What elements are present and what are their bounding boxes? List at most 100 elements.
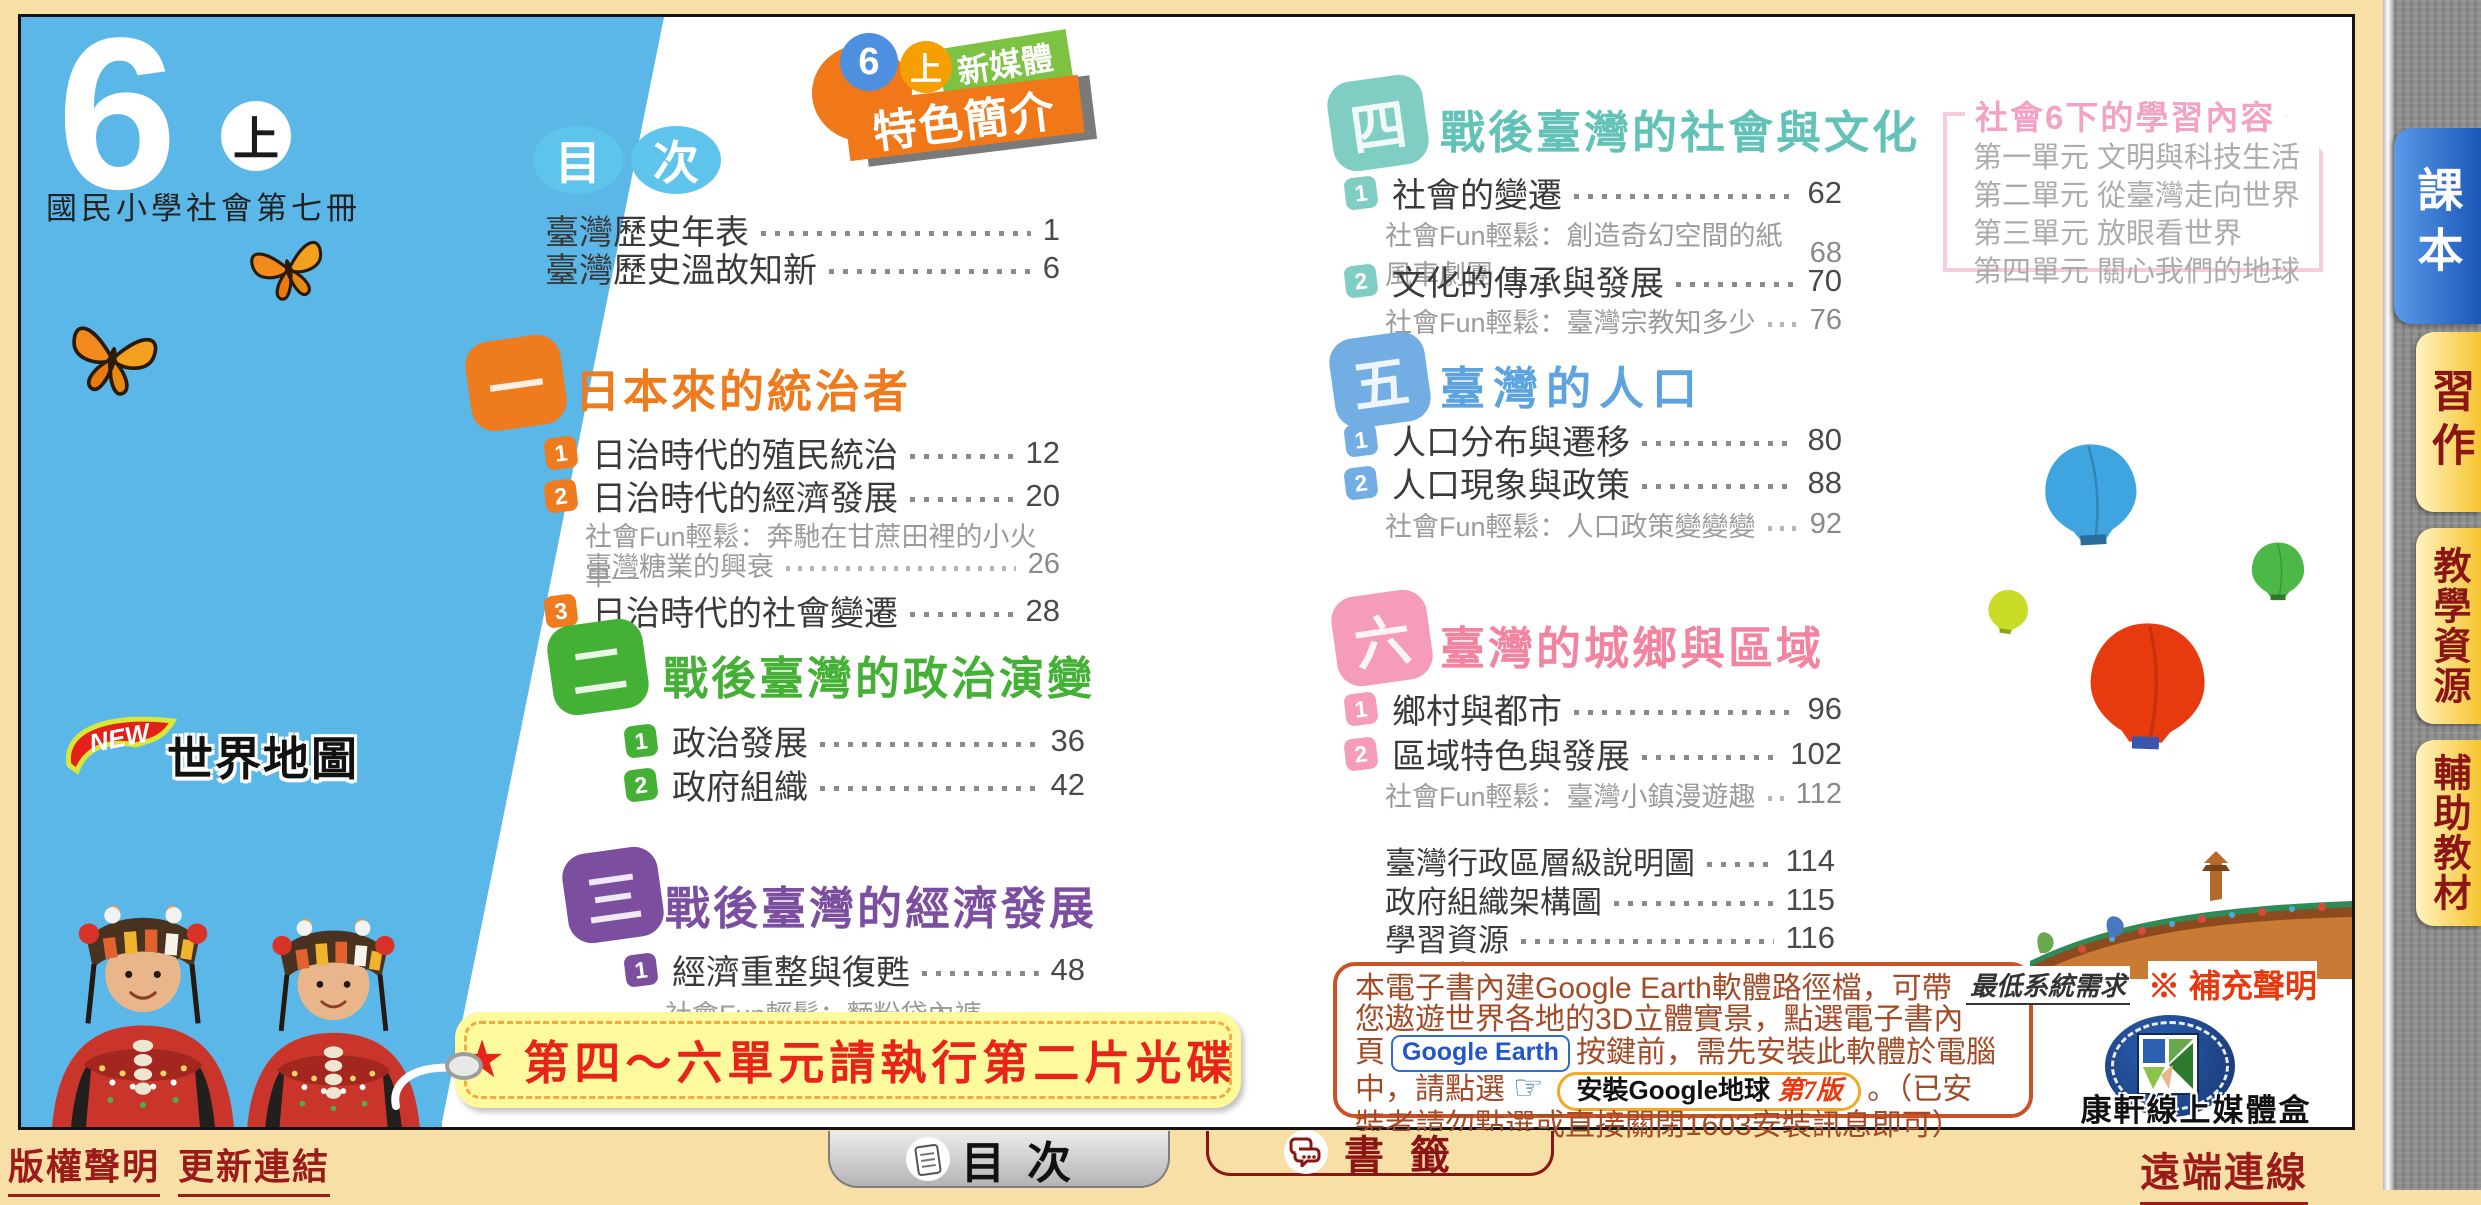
toc-row[interactable]: 2 區域特色與發展 102 [1345, 729, 1842, 778]
toc-label: 日治時代的殖民統治 [592, 428, 898, 477]
minimum-requirements-link[interactable]: 最低系統需求 [1966, 966, 2130, 1005]
toc-fun-row[interactable]: 臺灣糖業的興衰 26 [585, 545, 1060, 584]
unit4-title[interactable]: 戰後臺灣的社會與文化 [1440, 96, 1920, 161]
butterfly-icon [63, 309, 163, 401]
chapter-number-badge: 2 [1343, 263, 1379, 299]
dotted-leader [910, 497, 1014, 502]
google-earth-button[interactable]: Google Earth [1391, 1035, 1570, 1072]
toc-label: 社會Fun輕鬆：人口政策變變變 [1385, 505, 1756, 544]
next-volume-title: 社會6下的學習內容 [1965, 91, 2285, 139]
chapter-number-badge: 2 [543, 478, 579, 514]
hand-pointer-icon: ☞ [1513, 1069, 1543, 1107]
dotted-leader [829, 269, 1031, 274]
semester-label: 上 [233, 103, 279, 169]
ge-line4: 中，請點選☞安裝Google地球 第7版。（已安 [1355, 1072, 2015, 1112]
toc-fun-row[interactable]: 社會Fun輕鬆：臺灣宗教知多少 76 [1385, 301, 1842, 340]
unit3-number: 三 [580, 851, 647, 939]
toc-row[interactable]: 2 政府組織 42 [625, 760, 1085, 809]
install-version: 第7版 [1777, 1076, 1842, 1105]
grade-label: 6 [858, 41, 879, 84]
media-box-logo[interactable]: 康軒線上媒體盒 [2051, 1007, 2341, 1125]
unit3-title[interactable]: 戰後臺灣的經濟發展 [665, 872, 1097, 937]
dotted-leader [1642, 755, 1778, 760]
toc-row[interactable]: 臺灣歷史溫故知新 6 [545, 243, 1060, 292]
svg-text:NEW: NEW [87, 717, 155, 758]
page-number: 115 [1786, 882, 1835, 918]
bookmark-button[interactable]: 書籤 [1206, 1131, 1554, 1176]
toc-row[interactable]: 1 日治時代的殖民統治 12 [545, 428, 1060, 477]
next-volume-item: 第二單元 從臺灣走向世界 [1973, 177, 2300, 215]
ge-text: 頁 [1355, 1036, 1385, 1069]
toc-label: 經濟重整與復甦 [672, 945, 910, 994]
page-number: 88 [1808, 465, 1842, 501]
semester-label: 上 [910, 44, 942, 90]
toc-row[interactable]: 1 政治發展 36 [625, 716, 1085, 765]
unit4-badge: 四 [1324, 72, 1432, 174]
install-google-earth-button[interactable]: 安裝Google地球 第7版 [1557, 1072, 1861, 1112]
next-volume-item: 第三單元 放眼看世界 [1973, 215, 2300, 253]
bookmark-bubble-icon [1284, 1130, 1328, 1174]
toc-row[interactable]: 1 人口分布與遷移 80 [1345, 415, 1842, 464]
toc-label: 日治時代的經濟發展 [592, 471, 898, 520]
install-label: 安裝Google地球 [1576, 1075, 1770, 1105]
dotted-leader [1614, 901, 1774, 906]
toc-fun-row[interactable]: 社會Fun輕鬆：臺灣小鎮漫遊趣 112 [1385, 775, 1842, 814]
toc-row[interactable]: 1 經濟重整與復甦 48 [625, 945, 1085, 994]
tab-textbook[interactable]: 課本 [2394, 128, 2481, 324]
toc-row[interactable]: 2 文化的傳承與發展 70 [1345, 256, 1842, 305]
sky-lantern-green [2245, 540, 2311, 602]
toc-row[interactable]: 1 社會的變遷 62 [1345, 168, 1842, 217]
page-number: 6 [1043, 250, 1060, 286]
chapter-number-badge: 1 [1343, 422, 1379, 458]
chapter-number-badge: 2 [623, 767, 659, 803]
toc-label: 政府組織 [672, 760, 808, 809]
tab-supplementary-materials[interactable]: 輔助教材 [2416, 740, 2481, 926]
dotted-leader [786, 566, 1016, 571]
dotted-leader [1521, 939, 1774, 944]
unit6-title[interactable]: 臺灣的城鄉與區域 [1440, 612, 1824, 677]
toc-label: 臺灣歷史溫故知新 [545, 243, 817, 292]
chapter-number-badge: 1 [623, 723, 659, 759]
unit2-title[interactable]: 戰後臺灣的政治演變 [663, 642, 1095, 707]
toc-row[interactable]: 2 人口現象與政策 88 [1345, 458, 1842, 507]
chapter-number-badge: 1 [1343, 691, 1379, 727]
toc-notepad-icon [905, 1136, 951, 1182]
window-groove [2383, 0, 2394, 1190]
toc-row[interactable]: 2 日治時代的經濟發展 20 [545, 471, 1060, 520]
toc-label: 區域特色與發展 [1392, 729, 1630, 778]
unit5-title[interactable]: 臺灣的人口 [1440, 352, 1705, 417]
dotted-leader [1642, 441, 1796, 446]
feature-intro-button[interactable]: 新媒體 特色簡介 6 上 [812, 31, 1092, 161]
toc-heading-char-1: 目 [555, 127, 601, 193]
toc-heading-char: 目 [533, 126, 623, 194]
dotted-leader [761, 231, 1031, 236]
sky-lantern-blue [2035, 440, 2147, 548]
world-map-label[interactable]: 世界地圖 [167, 723, 359, 789]
page-number: 48 [1051, 952, 1085, 988]
chapter-number-badge: 1 [543, 435, 579, 471]
dotted-leader [910, 612, 1014, 617]
toc-label: 人口分布與遷移 [1392, 415, 1630, 464]
copyright-link[interactable]: 版權聲明 [8, 1138, 160, 1197]
next-volume-item: 第四單元 關心我們的地球 [1973, 253, 2300, 291]
tab-workbook[interactable]: 習作 [2416, 332, 2481, 512]
unit1-title[interactable]: 日本來的統治者 [575, 355, 911, 420]
page-number: 114 [1786, 843, 1835, 879]
dotted-leader [910, 454, 1014, 459]
tab-teaching-resources[interactable]: 教學資源 [2416, 528, 2481, 724]
page-number: 42 [1051, 767, 1085, 803]
dotted-leader [820, 742, 1039, 747]
toc-heading-char-2: 次 [653, 127, 699, 193]
dotted-leader [1768, 796, 1784, 801]
toc-label: 臺灣糖業的興衰 [585, 545, 774, 584]
toc-fun-row[interactable]: 社會Fun輕鬆：人口政策變變變 92 [1385, 505, 1842, 544]
supplement-statement-link[interactable]: ※ 補充聲明 [2148, 961, 2317, 1007]
page-number: 96 [1808, 691, 1842, 727]
remote-connection-link[interactable]: 遠端連線 [2140, 1140, 2308, 1205]
update-link[interactable]: 更新連結 [178, 1138, 330, 1197]
dotted-leader [1768, 526, 1798, 531]
disc-notice-text: 第四～六單元請執行第二片光碟 [523, 1027, 1237, 1093]
toc-button[interactable]: 目次 [828, 1131, 1170, 1188]
toc-row[interactable]: 1 鄉村與都市 96 [1345, 684, 1842, 733]
dotted-leader [1642, 484, 1796, 489]
